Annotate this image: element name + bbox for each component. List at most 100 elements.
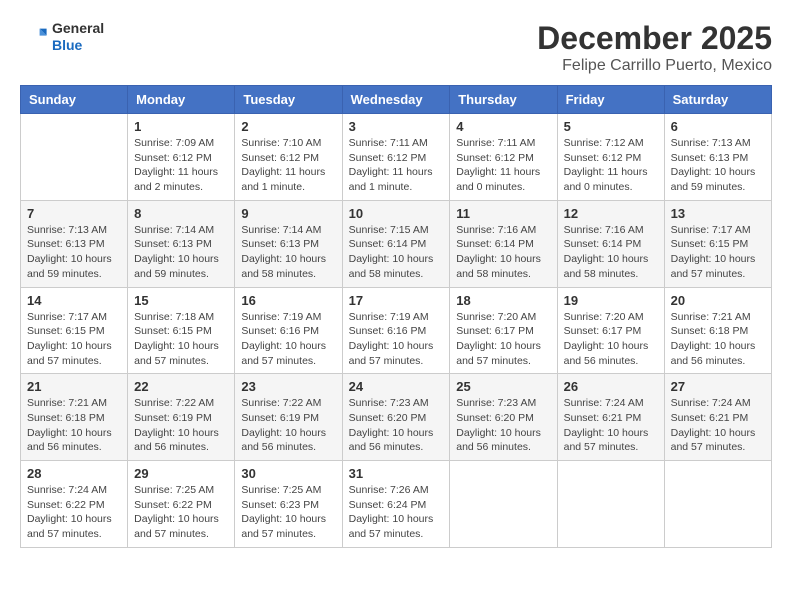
day-number: 1	[134, 119, 228, 134]
day-info: Sunrise: 7:11 AMSunset: 6:12 PMDaylight:…	[456, 136, 550, 195]
header: General Blue December 2025 Felipe Carril…	[20, 20, 772, 75]
header-friday: Friday	[557, 86, 664, 114]
day-info: Sunrise: 7:19 AMSunset: 6:16 PMDaylight:…	[349, 310, 444, 369]
calendar-cell: 12 Sunrise: 7:16 AMSunset: 6:14 PMDayligh…	[557, 200, 664, 287]
calendar-cell: 17 Sunrise: 7:19 AMSunset: 6:16 PMDayligh…	[342, 287, 450, 374]
calendar-cell: 31 Sunrise: 7:26 AMSunset: 6:24 PMDayligh…	[342, 461, 450, 548]
calendar-cell: 30 Sunrise: 7:25 AMSunset: 6:23 PMDayligh…	[235, 461, 342, 548]
day-number: 17	[349, 293, 444, 308]
day-info: Sunrise: 7:14 AMSunset: 6:13 PMDaylight:…	[241, 223, 335, 282]
day-info: Sunrise: 7:26 AMSunset: 6:24 PMDaylight:…	[349, 483, 444, 542]
day-number: 20	[671, 293, 765, 308]
day-number: 29	[134, 466, 228, 481]
day-number: 16	[241, 293, 335, 308]
day-info: Sunrise: 7:12 AMSunset: 6:12 PMDaylight:…	[564, 136, 658, 195]
calendar-cell: 3 Sunrise: 7:11 AMSunset: 6:12 PMDaylight…	[342, 114, 450, 201]
calendar-cell: 26 Sunrise: 7:24 AMSunset: 6:21 PMDayligh…	[557, 374, 664, 461]
header-monday: Monday	[128, 86, 235, 114]
day-number: 10	[349, 206, 444, 221]
day-number: 7	[27, 206, 121, 221]
calendar-cell: 5 Sunrise: 7:12 AMSunset: 6:12 PMDaylight…	[557, 114, 664, 201]
calendar-cell: 15 Sunrise: 7:18 AMSunset: 6:15 PMDayligh…	[128, 287, 235, 374]
day-info: Sunrise: 7:25 AMSunset: 6:22 PMDaylight:…	[134, 483, 228, 542]
calendar-cell: 19Sunrise: 7:20 AMSunset: 6:17 PMDayligh…	[557, 287, 664, 374]
header-thursday: Thursday	[450, 86, 557, 114]
calendar-cell: 20 Sunrise: 7:21 AMSunset: 6:18 PMDayligh…	[664, 287, 771, 374]
calendar-cell: 27Sunrise: 7:24 AMSunset: 6:21 PMDayligh…	[664, 374, 771, 461]
calendar-cell: 11Sunrise: 7:16 AMSunset: 6:14 PMDayligh…	[450, 200, 557, 287]
calendar-cell: 13 Sunrise: 7:17 AMSunset: 6:15 PMDayligh…	[664, 200, 771, 287]
day-number: 5	[564, 119, 658, 134]
day-number: 4	[456, 119, 550, 134]
day-number: 8	[134, 206, 228, 221]
day-number: 13	[671, 206, 765, 221]
header-tuesday: Tuesday	[235, 86, 342, 114]
day-info: Sunrise: 7:11 AMSunset: 6:12 PMDaylight:…	[349, 136, 444, 195]
day-info: Sunrise: 7:19 AMSunset: 6:16 PMDaylight:…	[241, 310, 335, 369]
day-info: Sunrise: 7:17 AMSunset: 6:15 PMDaylight:…	[671, 223, 765, 282]
day-info: Sunrise: 7:10 AMSunset: 6:12 PMDaylight:…	[241, 136, 335, 195]
calendar-cell: 23 Sunrise: 7:22 AMSunset: 6:19 PMDayligh…	[235, 374, 342, 461]
location-subtitle: Felipe Carrillo Puerto, Mexico	[537, 57, 772, 75]
calendar-week-row: 1Sunrise: 7:09 AMSunset: 6:12 PMDaylight…	[21, 114, 772, 201]
calendar-cell: 22Sunrise: 7:22 AMSunset: 6:19 PMDayligh…	[128, 374, 235, 461]
day-info: Sunrise: 7:14 AMSunset: 6:13 PMDaylight:…	[134, 223, 228, 282]
calendar-table: SundayMondayTuesdayWednesdayThursdayFrid…	[20, 85, 772, 548]
calendar-cell: 8 Sunrise: 7:14 AMSunset: 6:13 PMDaylight…	[128, 200, 235, 287]
calendar-cell	[664, 461, 771, 548]
calendar-week-row: 7 Sunrise: 7:13 AMSunset: 6:13 PMDaylight…	[21, 200, 772, 287]
day-info: Sunrise: 7:20 AMSunset: 6:17 PMDaylight:…	[564, 310, 658, 369]
day-info: Sunrise: 7:17 AMSunset: 6:15 PMDaylight:…	[27, 310, 121, 369]
calendar-cell: 28Sunrise: 7:24 AMSunset: 6:22 PMDayligh…	[21, 461, 128, 548]
logo-blue: Blue	[52, 37, 82, 53]
calendar-cell: 18Sunrise: 7:20 AMSunset: 6:17 PMDayligh…	[450, 287, 557, 374]
calendar-cell: 25 Sunrise: 7:23 AMSunset: 6:20 PMDayligh…	[450, 374, 557, 461]
day-number: 25	[456, 379, 550, 394]
day-info: Sunrise: 7:21 AMSunset: 6:18 PMDaylight:…	[27, 396, 121, 455]
day-number: 21	[27, 379, 121, 394]
day-number: 12	[564, 206, 658, 221]
logo-general: General	[52, 20, 104, 36]
day-info: Sunrise: 7:16 AMSunset: 6:14 PMDaylight:…	[564, 223, 658, 282]
calendar-week-row: 14Sunrise: 7:17 AMSunset: 6:15 PMDayligh…	[21, 287, 772, 374]
day-number: 23	[241, 379, 335, 394]
day-info: Sunrise: 7:15 AMSunset: 6:14 PMDaylight:…	[349, 223, 444, 282]
calendar-cell	[450, 461, 557, 548]
day-number: 2	[241, 119, 335, 134]
calendar-week-row: 28Sunrise: 7:24 AMSunset: 6:22 PMDayligh…	[21, 461, 772, 548]
day-number: 27	[671, 379, 765, 394]
calendar-cell: 1Sunrise: 7:09 AMSunset: 6:12 PMDaylight…	[128, 114, 235, 201]
day-number: 26	[564, 379, 658, 394]
calendar-cell: 9Sunrise: 7:14 AMSunset: 6:13 PMDaylight…	[235, 200, 342, 287]
calendar-cell: 7 Sunrise: 7:13 AMSunset: 6:13 PMDaylight…	[21, 200, 128, 287]
day-number: 30	[241, 466, 335, 481]
title-area: December 2025 Felipe Carrillo Puerto, Me…	[537, 20, 772, 75]
day-info: Sunrise: 7:21 AMSunset: 6:18 PMDaylight:…	[671, 310, 765, 369]
day-info: Sunrise: 7:13 AMSunset: 6:13 PMDaylight:…	[671, 136, 765, 195]
day-info: Sunrise: 7:13 AMSunset: 6:13 PMDaylight:…	[27, 223, 121, 282]
day-number: 3	[349, 119, 444, 134]
logo-icon	[20, 23, 48, 51]
day-number: 15	[134, 293, 228, 308]
day-info: Sunrise: 7:25 AMSunset: 6:23 PMDaylight:…	[241, 483, 335, 542]
day-number: 22	[134, 379, 228, 394]
day-info: Sunrise: 7:24 AMSunset: 6:21 PMDaylight:…	[564, 396, 658, 455]
calendar-cell: 10 Sunrise: 7:15 AMSunset: 6:14 PMDayligh…	[342, 200, 450, 287]
day-info: Sunrise: 7:23 AMSunset: 6:20 PMDaylight:…	[456, 396, 550, 455]
day-number: 6	[671, 119, 765, 134]
day-info: Sunrise: 7:18 AMSunset: 6:15 PMDaylight:…	[134, 310, 228, 369]
calendar-cell	[557, 461, 664, 548]
day-number: 24	[349, 379, 444, 394]
calendar-cell: 24Sunrise: 7:23 AMSunset: 6:20 PMDayligh…	[342, 374, 450, 461]
calendar-cell: 2 Sunrise: 7:10 AMSunset: 6:12 PMDaylight…	[235, 114, 342, 201]
day-info: Sunrise: 7:20 AMSunset: 6:17 PMDaylight:…	[456, 310, 550, 369]
calendar-header-row: SundayMondayTuesdayWednesdayThursdayFrid…	[21, 86, 772, 114]
calendar-cell: 4 Sunrise: 7:11 AMSunset: 6:12 PMDaylight…	[450, 114, 557, 201]
day-info: Sunrise: 7:22 AMSunset: 6:19 PMDaylight:…	[241, 396, 335, 455]
header-wednesday: Wednesday	[342, 86, 450, 114]
calendar-cell: 29 Sunrise: 7:25 AMSunset: 6:22 PMDayligh…	[128, 461, 235, 548]
day-number: 31	[349, 466, 444, 481]
month-title: December 2025	[537, 20, 772, 57]
calendar-cell: 16 Sunrise: 7:19 AMSunset: 6:16 PMDayligh…	[235, 287, 342, 374]
calendar-cell: 14Sunrise: 7:17 AMSunset: 6:15 PMDayligh…	[21, 287, 128, 374]
